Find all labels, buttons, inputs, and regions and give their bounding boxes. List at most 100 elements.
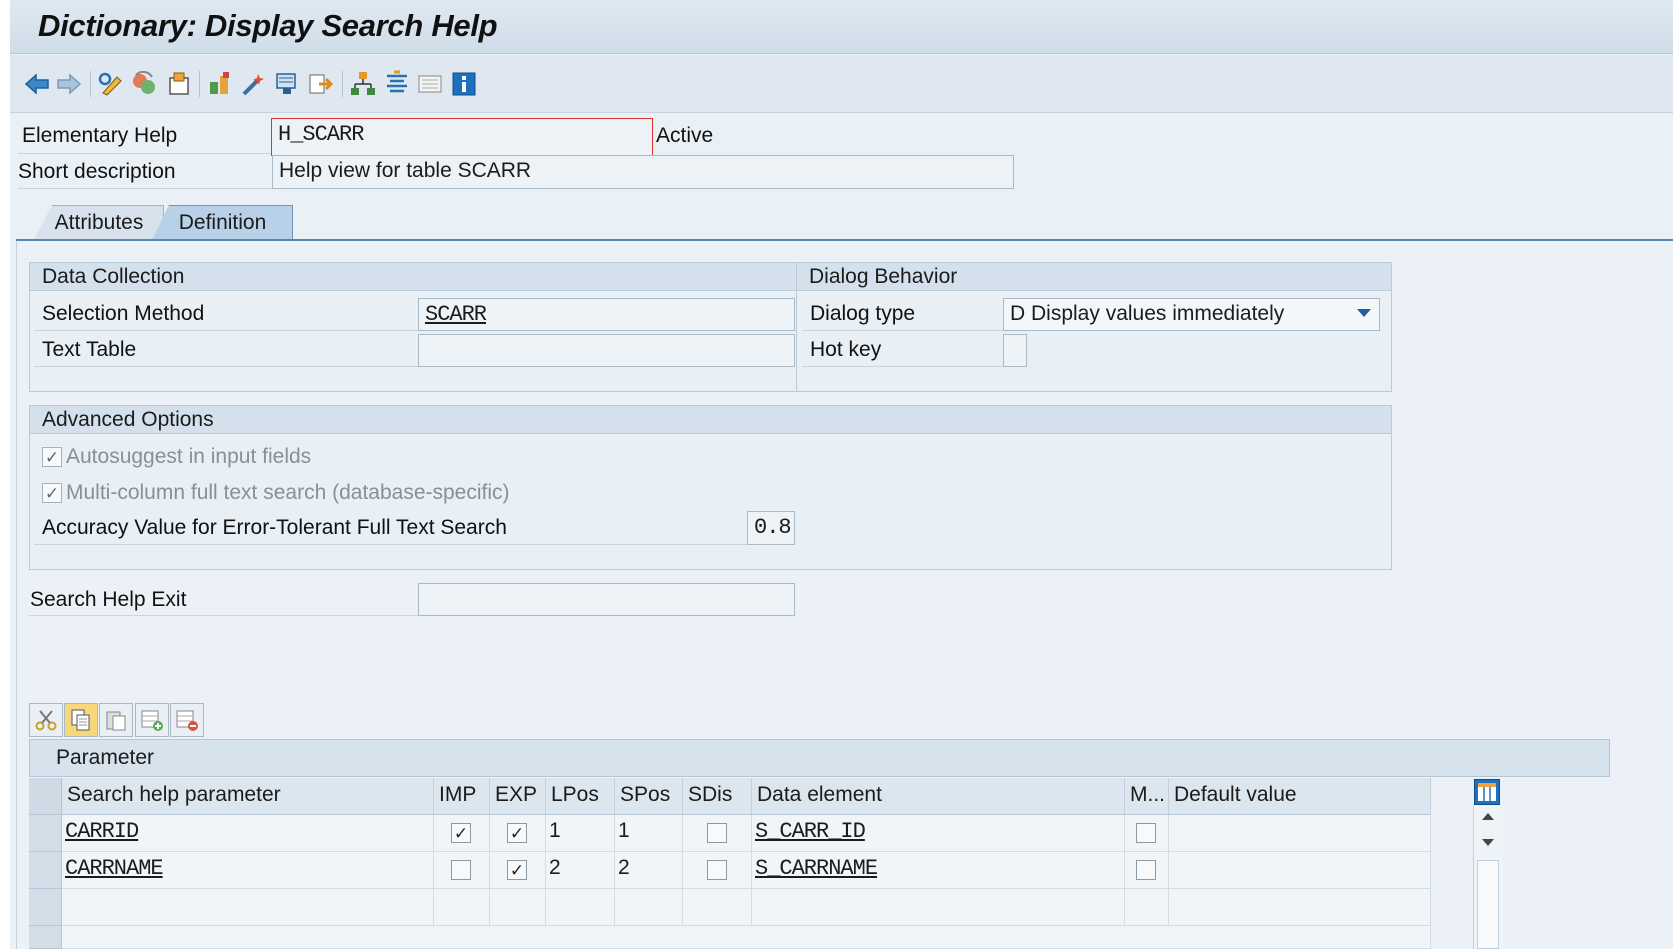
scroll-thumb[interactable] <box>1477 860 1499 949</box>
check-icon[interactable] <box>206 69 236 99</box>
col-header-sdis[interactable]: SDis <box>683 778 752 815</box>
parameter-table-title-bar: Parameter <box>29 739 1610 777</box>
text-table-field[interactable] <box>418 334 795 367</box>
display-object-list-icon[interactable] <box>382 69 412 99</box>
dialog-type-select[interactable]: D Display values immediately <box>1003 298 1380 331</box>
spos-cell[interactable]: 2 <box>615 852 683 889</box>
display-change-icon[interactable] <box>96 69 126 99</box>
selection-method-field[interactable]: SCARR <box>418 298 795 331</box>
sdis-cell <box>683 852 752 889</box>
insert-row-icon[interactable] <box>135 703 169 737</box>
back-arrow-icon[interactable] <box>22 69 52 99</box>
m-checkbox[interactable] <box>1136 860 1156 880</box>
autosuggest-label: Autosuggest in input fields <box>66 445 312 468</box>
m-cell <box>1125 815 1169 852</box>
param-cell[interactable]: CARRNAME <box>62 852 434 889</box>
exp-checkbox[interactable]: ✓ <box>507 860 527 880</box>
empty-cell[interactable] <box>1169 889 1431 926</box>
documentation-icon[interactable] <box>415 69 445 99</box>
accuracy-field[interactable]: 0.8 <box>747 511 795 545</box>
sdis-checkbox[interactable] <box>707 860 727 880</box>
lpos-cell[interactable]: 2 <box>546 852 615 889</box>
spos-cell[interactable]: 1 <box>615 815 683 852</box>
tab-definition[interactable]: Definition <box>152 205 293 240</box>
test-icon[interactable] <box>306 69 336 99</box>
text-table-label: Text Table <box>42 338 137 361</box>
table-scrollbar[interactable] <box>1473 805 1503 949</box>
scroll-down-icon[interactable] <box>1482 839 1494 846</box>
data-element-cell[interactable]: S_CARR_ID <box>752 815 1125 852</box>
scroll-up-icon[interactable] <box>1482 813 1494 820</box>
chevron-down-icon[interactable] <box>1357 309 1371 317</box>
hierarchy-icon[interactable] <box>348 69 378 99</box>
dialog-behavior-title: Dialog Behavior <box>809 265 958 288</box>
multicolumn-label: Multi-column full text search (database-… <box>66 481 510 504</box>
default-value-cell[interactable] <box>1169 815 1431 852</box>
sdis-cell <box>683 815 752 852</box>
default-value-cell[interactable] <box>1169 852 1431 889</box>
imp-cell: ✓ <box>434 815 490 852</box>
select-all-cell[interactable] <box>29 778 62 815</box>
search-help-exit-field[interactable] <box>418 583 795 616</box>
hot-key-field[interactable] <box>1003 334 1027 367</box>
status-text: Active <box>656 124 714 147</box>
m-cell <box>1125 852 1169 889</box>
imp-checkbox[interactable] <box>451 860 471 880</box>
param-cell[interactable]: CARRID <box>62 815 434 852</box>
elementary-help-field[interactable]: H_SCARR <box>271 118 653 156</box>
empty-cell[interactable] <box>1125 889 1169 926</box>
copy-icon[interactable] <box>64 703 98 737</box>
active-inactive-icon[interactable] <box>129 69 159 99</box>
elementary-help-label: Elementary Help <box>22 124 178 147</box>
empty-row[interactable] <box>62 926 1431 949</box>
col-header-default-value[interactable]: Default value <box>1169 778 1431 815</box>
col-header-exp[interactable]: EXP <box>490 778 546 815</box>
m-checkbox[interactable] <box>1136 823 1156 843</box>
col-header-spos[interactable]: SPos <box>615 778 683 815</box>
selection-method-label: Selection Method <box>42 302 205 325</box>
exp-cell: ✓ <box>490 815 546 852</box>
empty-cell[interactable] <box>615 889 683 926</box>
col-header-imp[interactable]: IMP <box>434 778 490 815</box>
row-selector[interactable] <box>29 852 62 889</box>
empty-cell[interactable] <box>490 889 546 926</box>
data-collection-title: Data Collection <box>42 265 185 288</box>
col-header-lpos[interactable]: LPos <box>546 778 615 815</box>
tab-attributes[interactable]: Attributes <box>34 205 164 240</box>
parameter-table-title: Parameter <box>56 746 155 769</box>
forward-arrow-icon[interactable] <box>54 69 84 99</box>
cut-icon[interactable] <box>29 703 63 737</box>
where-used-icon[interactable] <box>272 69 302 99</box>
activate-icon[interactable] <box>239 69 269 99</box>
data-element-cell[interactable]: S_CARRNAME <box>752 852 1125 889</box>
sdis-checkbox[interactable] <box>707 823 727 843</box>
empty-cell[interactable] <box>546 889 615 926</box>
row-selector[interactable] <box>29 889 62 926</box>
empty-cell[interactable] <box>62 889 434 926</box>
empty-cell[interactable] <box>434 889 490 926</box>
other-object-icon[interactable] <box>164 69 194 99</box>
row-selector[interactable] <box>29 926 62 949</box>
dialog-type-label: Dialog type <box>810 302 916 325</box>
imp-cell <box>434 852 490 889</box>
col-header-m[interactable]: M... <box>1125 778 1169 815</box>
title-bar: Dictionary: Display Search Help <box>10 0 1673 54</box>
col-header-param[interactable]: Search help parameter <box>62 778 434 815</box>
empty-cell[interactable] <box>683 889 752 926</box>
multicolumn-checkbox[interactable]: ✓ <box>42 483 62 503</box>
empty-cell[interactable] <box>752 889 1125 926</box>
info-icon[interactable] <box>449 69 479 99</box>
paste-icon[interactable] <box>99 703 133 737</box>
delete-row-icon[interactable] <box>170 703 204 737</box>
imp-checkbox[interactable]: ✓ <box>451 823 471 843</box>
short-description-label: Short description <box>18 160 176 183</box>
exp-checkbox[interactable]: ✓ <box>507 823 527 843</box>
hot-key-label: Hot key <box>810 338 882 361</box>
short-description-field[interactable]: Help view for table SCARR <box>272 155 1014 189</box>
col-header-data-element[interactable]: Data element <box>752 778 1125 815</box>
row-selector[interactable] <box>29 815 62 852</box>
autosuggest-checkbox[interactable]: ✓ <box>42 447 62 467</box>
column-config-icon[interactable] <box>1474 779 1500 805</box>
application-toolbar <box>10 55 1673 113</box>
lpos-cell[interactable]: 1 <box>546 815 615 852</box>
